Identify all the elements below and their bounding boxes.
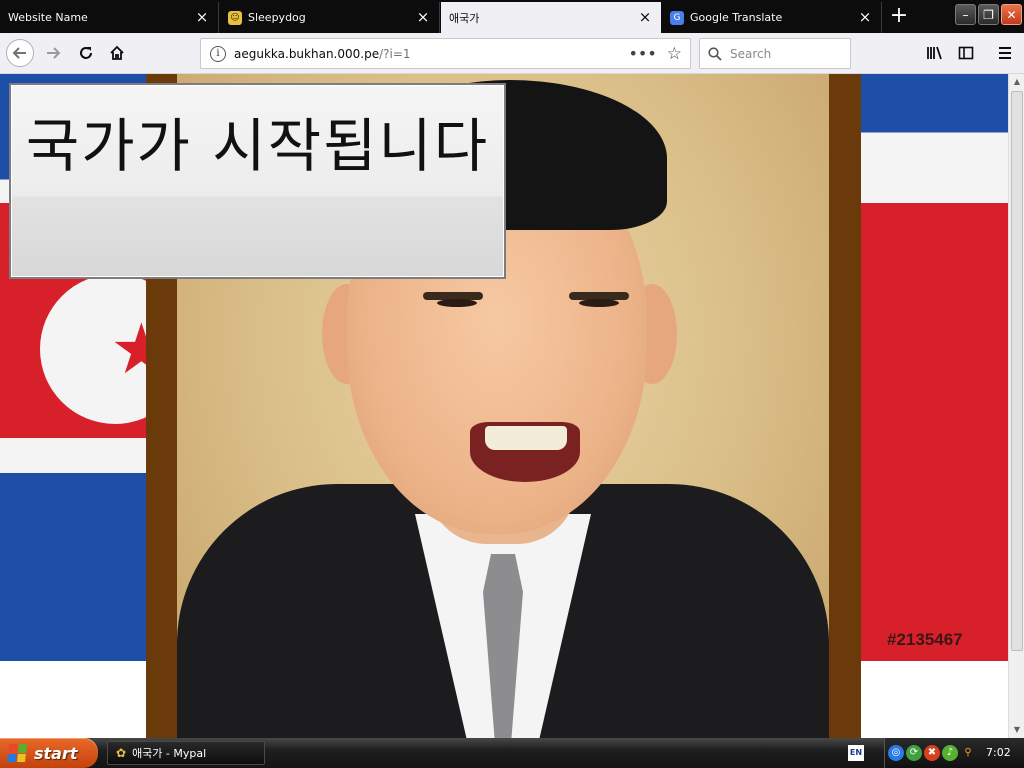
back-button[interactable]: [6, 39, 34, 67]
portrait-eye: [437, 299, 477, 307]
taskbar: start ✿ 애국가 - Mypal EN ◎ ⟳ ✖ ♪ ⚲ 7:02: [0, 738, 1024, 768]
new-tab-button[interactable]: +: [886, 4, 912, 30]
anthem-notice-text: 국가가 시작됩니다: [25, 112, 490, 180]
tab-strip: Website Name × ☺ Sleepydog × 애국가 × G Goo…: [0, 0, 1024, 33]
scroll-down-arrow-icon[interactable]: ▼: [1009, 722, 1024, 738]
tab-label: Website Name: [8, 11, 88, 24]
library-icon: [927, 46, 942, 60]
anthem-notice-box: 국가가 시작됩니다: [9, 83, 506, 279]
taskbar-window-label: 애국가 - Mypal: [132, 747, 207, 760]
window-controls: – ❐ ✕: [955, 4, 1022, 25]
flag-image-right: [861, 74, 1008, 661]
minimize-button[interactable]: –: [955, 4, 976, 25]
update-tray-icon[interactable]: ⟳: [906, 745, 922, 761]
network-tray-icon[interactable]: ◎: [888, 745, 904, 761]
sidebar-icon: [958, 46, 974, 60]
tab-google-translate[interactable]: G Google Translate ×: [662, 2, 882, 33]
google-translate-icon: G: [670, 10, 684, 25]
sidebar-button[interactable]: [953, 40, 979, 66]
security-tray-icon[interactable]: ✖: [924, 745, 940, 761]
tab-label: Sleepydog: [248, 11, 306, 24]
reload-icon: [80, 47, 92, 59]
dog-face-icon: ☺: [228, 10, 242, 25]
start-button[interactable]: start: [0, 738, 98, 768]
url-text[interactable]: aegukka.bukhan.000.pe/?i=1: [234, 47, 628, 61]
scroll-thumb[interactable]: [1011, 91, 1023, 651]
close-tab-icon[interactable]: ×: [194, 9, 210, 25]
language-indicator[interactable]: EN: [848, 745, 864, 761]
windows-logo-icon: [7, 744, 27, 762]
volume-tray-icon[interactable]: ♪: [942, 745, 958, 761]
page-actions-icon[interactable]: •••: [628, 44, 656, 63]
tab-label: Google Translate: [690, 11, 783, 24]
portrait-teeth: [485, 426, 567, 450]
forward-button[interactable]: [40, 40, 66, 66]
menu-button[interactable]: [992, 40, 1018, 66]
close-window-button[interactable]: ✕: [1001, 4, 1022, 25]
hamburger-menu-icon: [999, 47, 1011, 59]
taskbar-window-item[interactable]: ✿ 애국가 - Mypal: [107, 741, 265, 765]
start-label: start: [34, 743, 78, 763]
reload-button[interactable]: [73, 40, 99, 66]
mypal-browser-icon: ✿: [116, 746, 127, 760]
arrow-left-icon: [12, 47, 26, 59]
search-icon: [708, 46, 722, 61]
tab-sleepydog[interactable]: ☺ Sleepydog ×: [220, 2, 440, 33]
url-path: /?i=1: [379, 46, 411, 61]
library-button[interactable]: [922, 40, 948, 66]
home-icon: [110, 45, 124, 60]
home-button[interactable]: [104, 40, 130, 66]
restore-button[interactable]: ❐: [978, 4, 999, 25]
navigation-toolbar: i aegukka.bukhan.000.pe/?i=1 ••• ☆ Searc…: [0, 33, 1024, 74]
system-clock[interactable]: 7:02: [986, 746, 1011, 759]
close-tab-icon[interactable]: ×: [857, 9, 873, 25]
search-tray-icon[interactable]: ⚲: [960, 745, 976, 761]
arrow-right-icon: [47, 47, 61, 59]
search-bar[interactable]: Search: [699, 38, 851, 69]
tab-aegukka[interactable]: 애국가 ×: [441, 2, 661, 33]
close-tab-icon[interactable]: ×: [637, 9, 653, 25]
bookmark-star-icon[interactable]: ☆: [667, 44, 682, 64]
url-host: aegukka.bukhan.000.pe: [234, 46, 380, 61]
tab-website-name[interactable]: Website Name ×: [0, 2, 219, 33]
close-tab-icon[interactable]: ×: [415, 9, 431, 25]
address-bar[interactable]: i aegukka.bukhan.000.pe/?i=1 ••• ☆: [200, 38, 691, 69]
scroll-up-arrow-icon[interactable]: ▲: [1009, 74, 1024, 90]
search-placeholder: Search: [730, 46, 772, 61]
portrait-eye: [579, 299, 619, 307]
site-info-icon[interactable]: i: [210, 45, 226, 62]
web-page-content: ★ #2135467 국가가 시작됩니다: [0, 74, 1008, 738]
image-number: #2135467: [887, 630, 963, 649]
vertical-scrollbar[interactable]: ▲ ▼: [1008, 74, 1024, 738]
tab-label: 애국가: [449, 11, 480, 25]
